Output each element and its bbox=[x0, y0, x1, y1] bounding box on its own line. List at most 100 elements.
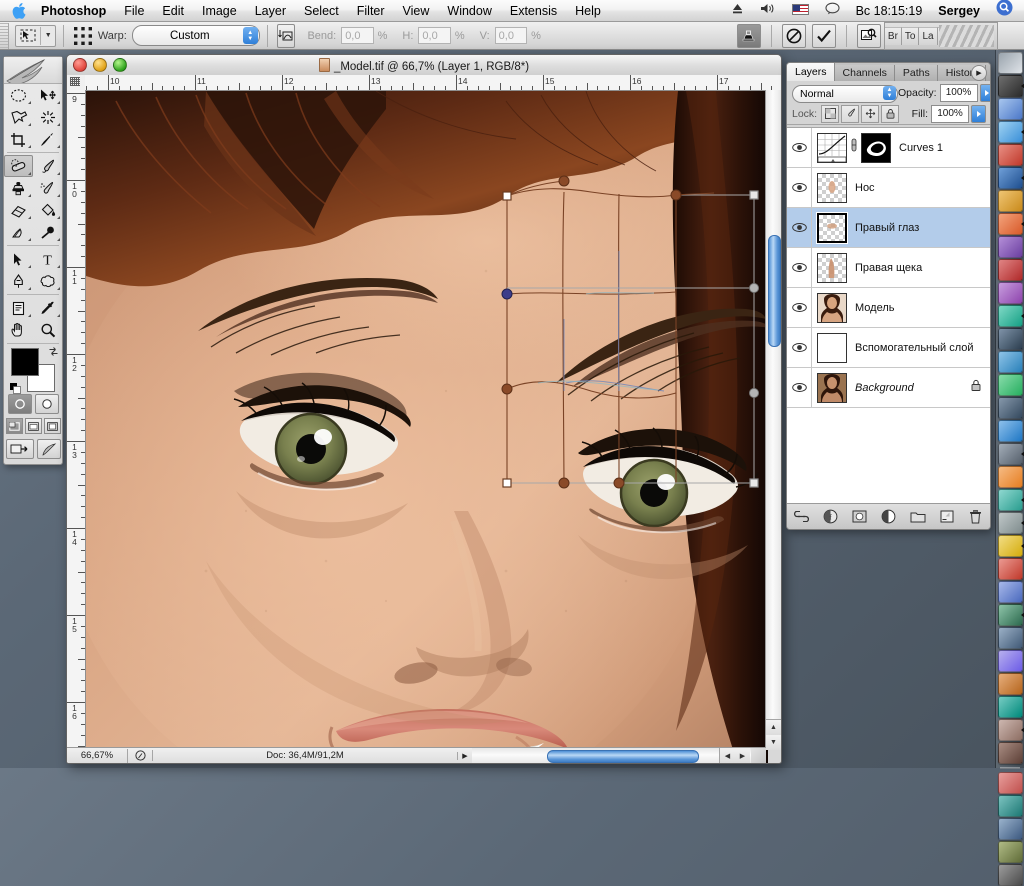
photoshop-icon[interactable] bbox=[998, 167, 1023, 189]
illustrator-icon[interactable] bbox=[998, 213, 1023, 235]
home-icon[interactable] bbox=[998, 772, 1023, 794]
menu-item-edit[interactable]: Edit bbox=[153, 0, 193, 22]
calendar-icon[interactable] bbox=[998, 558, 1023, 580]
table-row[interactable]: Нос bbox=[787, 168, 990, 208]
quicktime-icon[interactable] bbox=[998, 443, 1023, 465]
layer-thumbnail[interactable] bbox=[817, 213, 847, 243]
messenger-icon[interactable] bbox=[998, 489, 1023, 511]
new-layer-icon[interactable] bbox=[937, 507, 956, 526]
bridge-icon[interactable] bbox=[998, 236, 1023, 258]
mail-icon[interactable] bbox=[998, 98, 1023, 120]
menu-item-window[interactable]: Window bbox=[438, 0, 500, 22]
vertical-ruler[interactable]: 91011121314151617 bbox=[67, 90, 86, 764]
shape-tool-icon[interactable] bbox=[33, 270, 62, 292]
fill-input[interactable]: 100% bbox=[931, 105, 969, 123]
toolbox-header[interactable] bbox=[4, 57, 62, 84]
paint-bucket-tool-icon[interactable] bbox=[33, 199, 62, 221]
minimize-window-button[interactable] bbox=[93, 58, 107, 72]
layer-name[interactable]: Curves 1 bbox=[899, 142, 943, 154]
lock-position-icon[interactable] bbox=[861, 105, 879, 123]
horizontal-ruler[interactable]: 1011121314151617 bbox=[85, 75, 782, 91]
feather-icon[interactable] bbox=[37, 439, 61, 459]
tool-preset-picker[interactable]: ▼ bbox=[15, 25, 56, 47]
scroll-left-arrow[interactable]: ◀ bbox=[719, 748, 735, 763]
bend-input[interactable]: 0,0 bbox=[341, 27, 373, 44]
zoom-window-button[interactable] bbox=[113, 58, 127, 72]
scroll-up-arrow[interactable]: ▲ bbox=[766, 719, 781, 735]
layer-thumbnail[interactable] bbox=[817, 333, 847, 363]
application-dock[interactable] bbox=[995, 50, 1024, 768]
palette-well-tab-brushes[interactable]: Br bbox=[885, 27, 902, 45]
edit-in-imageready-icon[interactable] bbox=[857, 24, 881, 48]
warp-style-dropdown[interactable]: Custom bbox=[132, 25, 260, 46]
flag-icon[interactable] bbox=[785, 0, 816, 22]
fax-icon[interactable] bbox=[998, 581, 1023, 603]
colorsync-icon[interactable] bbox=[998, 305, 1023, 327]
scanner-icon[interactable] bbox=[998, 650, 1023, 672]
notes-tool-icon[interactable] bbox=[4, 297, 33, 319]
downloads-icon[interactable] bbox=[998, 818, 1023, 840]
menu-app-name[interactable]: Photoshop bbox=[37, 0, 115, 22]
close-window-button[interactable] bbox=[73, 58, 87, 72]
layer-thumbnail[interactable] bbox=[817, 293, 847, 323]
layer-mask-icon[interactable] bbox=[850, 507, 869, 526]
tab-paths[interactable]: Paths bbox=[895, 65, 938, 81]
layer-name[interactable]: Модель bbox=[855, 302, 894, 314]
healing-brush-tool-icon[interactable] bbox=[4, 155, 33, 177]
eraser-tool-icon[interactable] bbox=[4, 199, 33, 221]
horizontal-scrollbar[interactable]: ◀ ▶ bbox=[472, 747, 766, 763]
menu-item-help[interactable]: Help bbox=[566, 0, 610, 22]
swap-colors-icon[interactable] bbox=[48, 346, 59, 360]
opacity-input[interactable]: 100% bbox=[940, 84, 978, 102]
layer-mask-thumbnail[interactable] bbox=[861, 133, 891, 163]
slice-tool-icon[interactable] bbox=[33, 128, 62, 150]
calculator-icon[interactable] bbox=[998, 512, 1023, 534]
layer-name[interactable]: Правая щека bbox=[855, 262, 922, 274]
warp-v-input[interactable]: 0,0 bbox=[495, 27, 527, 44]
chevron-down-icon[interactable]: ▼ bbox=[40, 27, 55, 45]
full-screen-icon[interactable] bbox=[44, 418, 61, 434]
search-icon[interactable] bbox=[989, 0, 1020, 23]
layer-visibility-icon[interactable] bbox=[787, 288, 812, 327]
marquee-tool-icon[interactable] bbox=[4, 84, 33, 106]
document-title-bar[interactable]: _Model.tif @ 66,7% (Layer 1, RGB/8*) bbox=[67, 55, 781, 76]
warp-orientation-icon[interactable] bbox=[277, 24, 295, 48]
default-colors-icon[interactable] bbox=[10, 381, 21, 392]
palette-well[interactable]: Br To La Navigator bbox=[884, 22, 998, 50]
brush-tool-icon[interactable] bbox=[33, 155, 62, 177]
zoom-tool-icon[interactable] bbox=[33, 319, 62, 341]
volume-icon[interactable] bbox=[753, 0, 783, 22]
apple-logo-icon[interactable] bbox=[0, 3, 37, 19]
layer-visibility-icon[interactable] bbox=[787, 168, 812, 207]
dvd-icon[interactable] bbox=[998, 75, 1023, 97]
imageready-icon[interactable] bbox=[998, 190, 1023, 212]
lock-all-icon[interactable] bbox=[881, 105, 899, 123]
vertical-scrollbar[interactable]: ▲ ▼ bbox=[765, 90, 781, 750]
layer-list[interactable]: Curves 1 Нос Правый глаз bbox=[787, 127, 990, 503]
table-row[interactable]: Вспомогательный слой bbox=[787, 328, 990, 368]
quick-mask-mode-icon[interactable] bbox=[35, 394, 59, 414]
menu-user-name[interactable]: Sergey bbox=[931, 0, 987, 22]
network-icon[interactable] bbox=[998, 627, 1023, 649]
tools-icon[interactable] bbox=[998, 144, 1023, 166]
horizontal-scroll-thumb[interactable] bbox=[547, 750, 699, 763]
delete-layer-icon[interactable] bbox=[966, 507, 985, 526]
preview-icon[interactable] bbox=[998, 397, 1023, 419]
layer-visibility-icon[interactable] bbox=[787, 248, 812, 287]
lock-transparency-icon[interactable] bbox=[821, 105, 839, 123]
adjustment-layer-thumbnail[interactable] bbox=[817, 133, 847, 163]
scroll-right-arrow[interactable]: ▶ bbox=[735, 748, 750, 763]
warp-h-input[interactable]: 0,0 bbox=[418, 27, 450, 44]
fill-slider-button[interactable] bbox=[971, 105, 986, 123]
layer-name[interactable]: Вспомогательный слой bbox=[855, 342, 974, 354]
layer-thumbnail[interactable] bbox=[817, 373, 847, 403]
indesign-icon[interactable] bbox=[998, 282, 1023, 304]
table-row[interactable]: Модель bbox=[787, 288, 990, 328]
table-row[interactable]: Curves 1 bbox=[787, 128, 990, 168]
full-screen-menubar-icon[interactable] bbox=[25, 418, 42, 434]
zoom-level[interactable]: 66,67% bbox=[67, 749, 128, 763]
jump-to-imageready-icon[interactable] bbox=[6, 439, 34, 459]
eject-icon[interactable] bbox=[724, 0, 751, 22]
warp-grid-icon[interactable] bbox=[73, 26, 93, 46]
resize-grip[interactable] bbox=[751, 748, 766, 763]
